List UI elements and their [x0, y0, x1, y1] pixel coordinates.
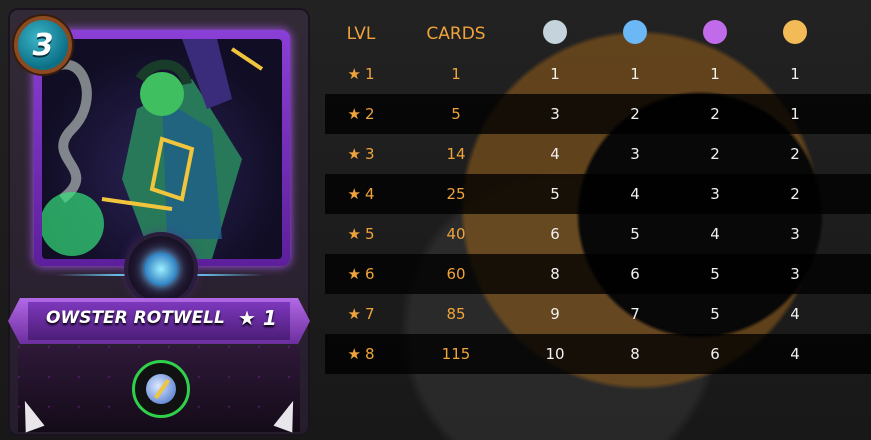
mana-cost-badge: 3 [14, 16, 72, 74]
cards-value: 5 [451, 105, 461, 123]
stat1-value: 4 [550, 145, 560, 163]
stat2-value: 6 [630, 265, 640, 283]
magic-reflect-ability-icon [146, 374, 176, 404]
stat4-value: 2 [790, 185, 800, 203]
splinter-emblem [128, 236, 194, 302]
cards-value: 14 [446, 145, 466, 163]
star-icon: ★ [347, 145, 361, 163]
emblem-wire-left [56, 274, 126, 276]
cards-value: 85 [446, 305, 466, 323]
star-icon: ★ [347, 345, 361, 363]
emblem-wire-right [194, 274, 264, 276]
stat4-value: 4 [790, 305, 800, 323]
stat2-value: 4 [630, 185, 640, 203]
stat3-value: 5 [710, 305, 720, 323]
white-dot-icon [543, 19, 567, 44]
cards-value: 1 [451, 65, 461, 83]
mana-cost-value: 3 [32, 27, 54, 63]
stat2-value: 2 [630, 105, 640, 123]
stat2-value: 7 [630, 305, 640, 323]
cards-value: 60 [446, 265, 466, 283]
stat2-value: 1 [630, 65, 640, 83]
header-lvl: LVL [346, 24, 376, 44]
stat4-value: 4 [790, 345, 800, 363]
table-row: ★ 5 40 6 5 4 3 [325, 214, 871, 254]
stat1-value: 10 [545, 345, 565, 363]
table-row: ★ 8 115 10 8 6 4 [325, 334, 871, 374]
stat3-value: 4 [710, 225, 720, 243]
table-row: ★ 7 85 9 7 5 4 [325, 294, 871, 334]
card-name: OWSTER ROTWELL [46, 308, 225, 328]
table-body: ★ 1 1 1 1 1 1 ★ 2 5 3 2 2 1 ★ 3 14 4 3 2 2 … [325, 54, 871, 374]
stat1-value: 8 [550, 265, 560, 283]
header-cards: CARDS [426, 24, 486, 44]
cards-value: 40 [446, 225, 466, 243]
cards-value: 115 [441, 345, 471, 363]
stat3-value: 2 [710, 105, 720, 123]
stat1-value: 3 [550, 105, 560, 123]
character-illustration [42, 39, 264, 259]
stat2-value: 8 [630, 345, 640, 363]
stat3-value: 6 [710, 345, 720, 363]
stat4-value: 3 [790, 265, 800, 283]
skull-emblem-icon [144, 252, 178, 286]
purple-dot-icon [703, 19, 727, 44]
stat4-value: 1 [790, 105, 800, 123]
stat3-value: 1 [710, 65, 720, 83]
stat1-value: 6 [550, 225, 560, 243]
stat3-value: 3 [710, 185, 720, 203]
star-icon: ★ [347, 105, 361, 123]
star-icon: ★ [347, 65, 361, 83]
card-artwork [42, 39, 282, 259]
table-row: ★ 6 60 8 6 5 3 [325, 254, 871, 294]
card-level: ★ 1 [238, 306, 277, 330]
stat3-value: 2 [710, 145, 720, 163]
yellow-dot-icon [783, 19, 807, 44]
monster-card[interactable]: 3 OWSTER ROTWELL ★ 1 [8, 8, 310, 436]
stat1-value: 1 [550, 65, 560, 83]
stat2-value: 5 [630, 225, 640, 243]
table-row: ★ 3 14 4 3 2 2 [325, 134, 871, 174]
stat1-value: 5 [550, 185, 560, 203]
stat2-value: 3 [630, 145, 640, 163]
table-row: ★ 1 1 1 1 1 1 [325, 54, 871, 94]
stat4-value: 3 [790, 225, 800, 243]
blue-dot-icon [623, 19, 647, 44]
star-icon: ★ [347, 225, 361, 243]
stat4-value: 2 [790, 145, 800, 163]
table-row: ★ 2 5 3 2 2 1 [325, 94, 871, 134]
stat3-value: 5 [710, 265, 720, 283]
table-header: LVL CARDS [325, 12, 871, 56]
level-stats-table: LVL CARDS ★ 1 1 1 1 1 1 ★ 2 5 3 2 2 1 ★ 3 1… [325, 12, 871, 374]
ability-badge[interactable] [132, 360, 190, 418]
star-icon: ★ [347, 265, 361, 283]
stat4-value: 1 [790, 65, 800, 83]
cards-value: 25 [446, 185, 466, 203]
star-icon: ★ [347, 185, 361, 203]
table-row: ★ 4 25 5 4 3 2 [325, 174, 871, 214]
star-icon: ★ [347, 305, 361, 323]
stat1-value: 9 [550, 305, 560, 323]
